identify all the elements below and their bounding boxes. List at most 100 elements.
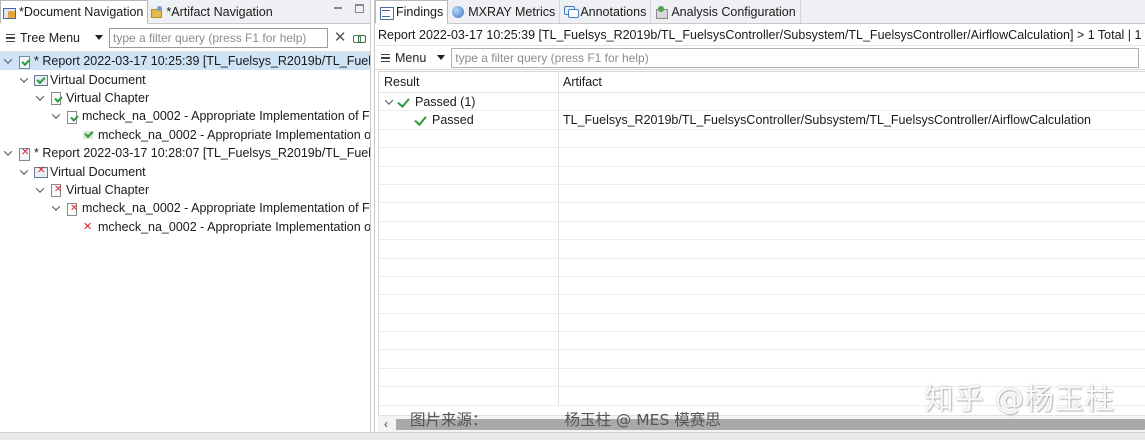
navigation-pane: *Document Navigation *Artifact Navigatio… bbox=[0, 0, 371, 440]
empty-cell bbox=[379, 148, 559, 166]
hamburger-icon bbox=[6, 33, 15, 42]
scroll-left-icon[interactable]: ‹ bbox=[378, 416, 394, 432]
empty-table-row bbox=[379, 276, 1145, 296]
chevron-down-icon bbox=[35, 184, 45, 193]
empty-cell bbox=[559, 185, 1145, 202]
tree-item[interactable]: Virtual Chapter bbox=[0, 89, 370, 107]
result-cell: Passed bbox=[379, 111, 559, 129]
empty-table-row bbox=[379, 332, 1145, 351]
tab-document-navigation[interactable]: *Document Navigation bbox=[0, 0, 149, 24]
empty-cell bbox=[379, 313, 559, 332]
tree-item[interactable]: mcheck_na_0002 - Appropriate Implementat… bbox=[0, 218, 370, 236]
tab-artifact-navigation[interactable]: *Artifact Navigation bbox=[148, 0, 276, 23]
expand-toggle[interactable] bbox=[50, 202, 62, 212]
tab-label: *Document Navigation bbox=[19, 5, 144, 19]
empty-cell bbox=[379, 332, 559, 350]
empty-cell bbox=[559, 130, 1145, 147]
expand-toggle[interactable] bbox=[18, 73, 30, 83]
empty-cell bbox=[379, 276, 559, 295]
chevron-down-icon bbox=[3, 147, 13, 156]
annotations-icon bbox=[564, 5, 580, 18]
empty-table-row bbox=[379, 295, 1145, 314]
tree-item[interactable]: Virtual Document bbox=[0, 162, 370, 180]
tree-item[interactable]: * Report 2022-03-17 10:28:07 [TL_Fuelsys… bbox=[0, 144, 370, 162]
check-failed-icon bbox=[65, 202, 79, 216]
empty-cell bbox=[379, 350, 559, 368]
empty-cell bbox=[379, 166, 559, 184]
table-group-row[interactable]: Passed (1) bbox=[379, 93, 1145, 112]
column-header-artifact[interactable]: Artifact bbox=[559, 72, 1145, 92]
report-summary-line: Report 2022-03-17 10:25:39 [TL_Fuelsys_R… bbox=[375, 24, 1145, 46]
report-passed-icon bbox=[17, 55, 31, 69]
tab-annotations[interactable]: Annotations bbox=[560, 0, 652, 23]
empty-cell bbox=[559, 167, 1145, 184]
report-failed-icon bbox=[17, 147, 31, 161]
result-passed-icon bbox=[81, 128, 95, 141]
tab-analysis-configuration[interactable]: Analysis Configuration bbox=[651, 0, 801, 23]
caption-source: 图片来源： bbox=[410, 411, 488, 429]
expand-toggle[interactable] bbox=[34, 92, 46, 101]
document-passed-icon bbox=[33, 73, 48, 87]
maximize-icon[interactable] bbox=[355, 4, 364, 13]
empty-cell bbox=[559, 259, 1145, 276]
findings-filter-input[interactable] bbox=[451, 47, 1140, 68]
chevron-down-icon bbox=[384, 96, 394, 105]
watermark: 知乎 @杨玉柱 bbox=[924, 382, 1115, 416]
navigation-tab-bar: *Document Navigation *Artifact Navigatio… bbox=[0, 0, 370, 24]
navigation-tree: * Report 2022-03-17 10:25:39 [TL_Fuelsys… bbox=[0, 52, 370, 236]
tree-item-label: mcheck_na_0002 - Appropriate Implementat… bbox=[82, 201, 370, 216]
expand-toggle[interactable] bbox=[34, 184, 46, 193]
empty-table-row bbox=[379, 258, 1145, 277]
minimize-icon[interactable] bbox=[333, 4, 343, 14]
empty-table-row bbox=[379, 221, 1145, 241]
chevron-down-icon bbox=[94, 35, 103, 40]
tree-menu-button[interactable]: Tree Menu bbox=[6, 31, 103, 45]
column-header-result[interactable]: Result bbox=[379, 72, 559, 92]
tree-item[interactable]: * Report 2022-03-17 10:25:39 [TL_Fuelsys… bbox=[0, 52, 370, 71]
empty-cell bbox=[559, 277, 1145, 294]
tree-item[interactable]: mcheck_na_0002 - Appropriate Implementat… bbox=[0, 199, 370, 217]
hamburger-icon bbox=[381, 53, 390, 62]
findings-menu-label: Menu bbox=[395, 50, 427, 65]
tree-toolbar: Tree Menu ✕ bbox=[0, 24, 370, 52]
tree-item-label: * Report 2022-03-17 10:28:07 [TL_Fuelsys… bbox=[34, 146, 370, 161]
tree-filter-input[interactable] bbox=[108, 27, 328, 48]
empty-cell bbox=[559, 295, 1145, 312]
tree-menu-label: Tree Menu bbox=[20, 30, 80, 45]
tab-label: Analysis Configuration bbox=[671, 4, 796, 19]
tab-findings[interactable]: Findings bbox=[375, 0, 449, 24]
expand-toggle[interactable] bbox=[2, 55, 14, 65]
findings-icon bbox=[380, 6, 394, 20]
metrics-icon bbox=[452, 5, 465, 18]
expand-toggle[interactable] bbox=[383, 96, 395, 105]
expand-toggle[interactable] bbox=[2, 147, 14, 156]
empty-cell bbox=[559, 222, 1145, 239]
tree-item[interactable]: mcheck_na_0002 - Appropriate Implementat… bbox=[0, 107, 370, 125]
findings-menu-button[interactable]: Menu bbox=[381, 50, 446, 65]
expand-toggle[interactable] bbox=[50, 110, 62, 120]
empty-cell bbox=[559, 240, 1145, 257]
tree-item-label: mcheck_na_0002 - Appropriate Implementat… bbox=[82, 109, 370, 124]
tree-item[interactable]: Virtual Chapter bbox=[0, 181, 370, 199]
empty-cell bbox=[379, 129, 559, 148]
configuration-icon bbox=[655, 5, 669, 19]
tree-item-label: Virtual Document bbox=[50, 164, 146, 179]
table-row[interactable]: Passed TL_Fuelsys_R2019b/TL_FuelsysContro… bbox=[379, 111, 1145, 130]
expand-toggle[interactable] bbox=[18, 165, 30, 175]
status-strip bbox=[0, 432, 1145, 440]
link-with-editor-icon[interactable] bbox=[352, 32, 366, 44]
tree-item-label: * Report 2022-03-17 10:25:39 [TL_Fuelsys… bbox=[34, 54, 370, 69]
tree-item[interactable]: mcheck_na_0002 - Appropriate Implementat… bbox=[0, 126, 370, 144]
passed-check-icon bbox=[415, 114, 427, 126]
empty-table-row bbox=[379, 313, 1145, 333]
tree-item[interactable]: Virtual Document bbox=[0, 70, 370, 88]
tree-item-label: mcheck_na_0002 - Appropriate Implementat… bbox=[98, 127, 370, 142]
passed-check-icon bbox=[398, 96, 410, 108]
empty-cell bbox=[559, 332, 1145, 349]
findings-pane: Findings MXRAY Metrics Annotations Analy… bbox=[374, 0, 1145, 440]
chevron-down-icon bbox=[35, 92, 45, 101]
tab-mxray-metrics[interactable]: MXRAY Metrics bbox=[448, 0, 561, 23]
chevron-down-icon bbox=[3, 55, 13, 65]
clear-filter-icon[interactable]: ✕ bbox=[334, 30, 347, 45]
chevron-down-icon bbox=[51, 202, 61, 212]
